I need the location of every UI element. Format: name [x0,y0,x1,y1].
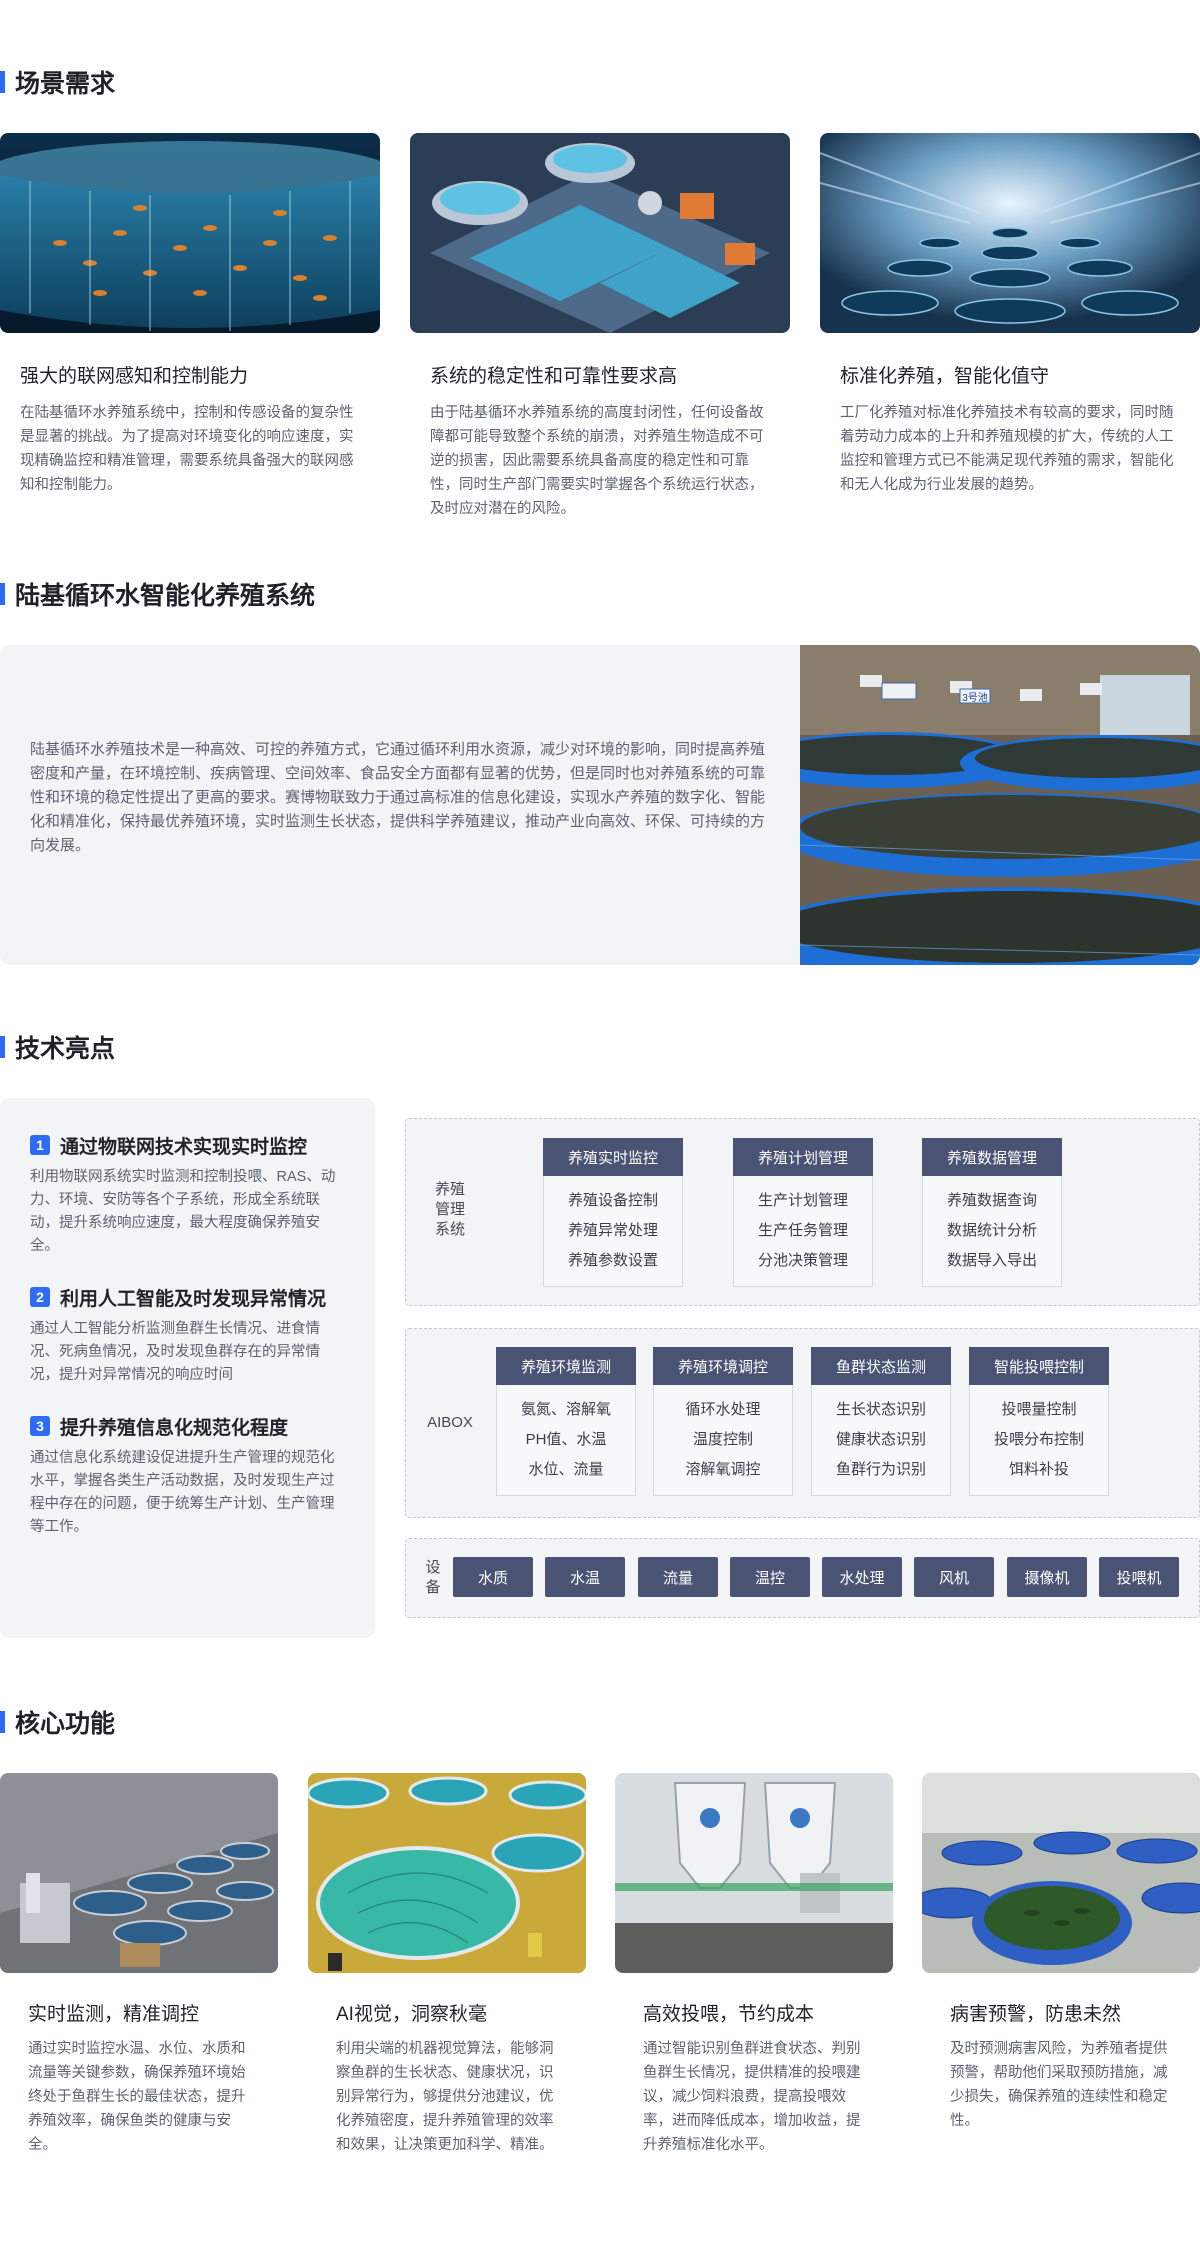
core-card-3: 高效投喂，节约成本 通过智能识别鱼群进食状态、判别鱼群生长情况，提供精准的投喂建… [615,1773,893,2157]
module-item: 温度控制 [692,1431,753,1448]
module-item: 溶解氧调控 [685,1461,761,1478]
module-env-control: 养殖环境调控 循环水处理 温度控制 溶解氧调控 [653,1347,793,1496]
module-item: 养殖异常处理 [567,1222,658,1239]
module-realtime-monitor: 养殖实时监控 养殖设备控制 养殖异常处理 养殖参数设置 [543,1138,683,1287]
core-card-2: AI视觉，洞察秋毫 利用尖端的机器视觉算法，能够洞察鱼群的生长状态、健康状况，识… [308,1773,586,2157]
device-water-temp: 水温 [545,1557,625,1597]
scene-card-title: 强大的联网感知和控制能力 [20,366,249,387]
module-title: 养殖实时监控 [543,1138,683,1176]
scene-card-title: 标准化养殖，智能化值守 [840,366,1050,387]
device-water-treatment: 水处理 [822,1557,902,1597]
section-title-tech: 技术亮点 [0,1027,115,1067]
module-item: 数据统计分析 [946,1222,1037,1239]
section-title-system: 陆基循环水智能化养殖系统 [0,574,315,614]
core-card-title: 病害预警，防患未然 [950,2004,1122,2025]
section-title-core: 核心功能 [0,1702,115,1742]
core-card-text: 利用尖端的机器视觉算法，能够洞察鱼群的生长状态、健康状况，识别异常行为，够提供分… [336,2041,554,2153]
system-intro-text: 陆基循环水养殖技术是一种高效、可控的养殖方式，它通过循环利用水资源，减少对环境的… [30,741,766,854]
aquaculture-facility-image [410,133,790,333]
scene-card-2: 系统的稳定性和可靠性要求高 由于陆基循环水养殖系统的高度封闭性，任何设备故障都可… [410,133,790,521]
ai-vision-image [308,1773,586,1973]
scene-card-title: 系统的稳定性和可靠性要求高 [430,366,678,387]
module-item: 生产计划管理 [757,1192,848,1209]
module-title: 养殖环境监测 [496,1347,636,1385]
core-card-text: 通过智能识别鱼群进食状态、判别鱼群生长情况，提供精准的投喂建议，减少饲料浪费，提… [643,2041,861,2153]
tank-number-sign: 3号池 [962,691,988,704]
module-item: 循环水处理 [685,1401,761,1418]
module-item: 养殖设备控制 [567,1192,658,1209]
module-item: 养殖参数设置 [567,1252,658,1269]
scene-card-text: 在陆基循环水养殖系统中，控制和传感设备的复杂性是显著的挑战。为了提高对环境变化的… [20,405,354,493]
disease-warning-image [922,1773,1200,1973]
arch-aibox-label: AIBOX [427,1414,473,1431]
arch-mgmt-label: 养殖 管理 系统 [434,1181,465,1238]
core-card-title: AI视觉，洞察秋毫 [336,2004,487,2025]
core-card-title: 高效投喂，节约成本 [643,2004,815,2025]
module-item: 数据导入导出 [946,1252,1037,1269]
module-item: 投喂量控制 [1001,1401,1077,1418]
module-item: PH值、水温 [525,1431,607,1448]
highlight-text: 通过信息化系统建设促进提升生产管理的规范化水平，掌握各类生产活动数据，及时发现生… [30,1450,335,1535]
core-card-text: 通过实时监控水温、水位、水质和流量等关键参数，确保养殖环境始终处于鱼群生长的最佳… [28,2041,246,2153]
module-title: 养殖计划管理 [733,1138,873,1176]
fish-tank-image [0,133,380,333]
module-item: 生产任务管理 [757,1222,848,1239]
module-item: 鱼群行为识别 [835,1461,926,1478]
indoor-farm-image [820,133,1200,333]
module-item: 生长状态识别 [835,1401,926,1418]
device-flow: 流量 [638,1557,718,1597]
device-fan: 风机 [914,1557,994,1597]
highlight-number: 3 [30,1416,50,1436]
module-title: 鱼群状态监测 [811,1347,951,1385]
monitoring-equipment-image [0,1773,278,1973]
module-item: 饵料补投 [1008,1461,1069,1478]
section-title-scene: 场景需求 [0,62,115,102]
arch-device-label: 设 备 [425,1559,441,1596]
highlight-item-3: 3 提升养殖信息化规范化程度 通过信息化系统建设促进提升生产管理的规范化水平，掌握… [30,1413,347,1539]
highlight-number: 1 [30,1135,50,1155]
core-card-title: 实时监测，精准调控 [28,2004,200,2025]
device-temp-control: 温控 [730,1557,810,1597]
module-title: 养殖数据管理 [922,1138,1062,1176]
core-card-1: 实时监测，精准调控 通过实时监控水温、水位、水质和流量等关键参数，确保养殖环境始… [0,1773,278,2157]
core-card-text: 及时预测病害风险，为养殖者提供预警，帮助他们采取预防措施，减少损失，确保养殖的连… [950,2041,1168,2129]
module-item: 分池决策管理 [757,1252,848,1269]
module-item: 养殖数据查询 [946,1192,1037,1209]
feeding-machine-image [615,1773,893,1973]
module-title: 智能投喂控制 [969,1347,1109,1385]
module-item: 水位、流量 [528,1461,604,1478]
ras-tanks-photo: 3号池 [800,645,1200,965]
scene-card-3: 标准化养殖，智能化值守 工厂化养殖对标准化养殖技术有较高的要求，同时随着劳动力成… [820,133,1200,497]
highlight-text: 通过人工智能分析监测鱼群生长情况、进食情况、死病鱼情况，及时发现鱼群存在的异常情… [30,1321,320,1383]
highlight-item-1: 1 通过物联网技术实现实时监控 利用物联网系统实时监测和控制投喂、RAS、动力、环… [30,1132,347,1258]
core-card-4: 病害预警，防患未然 及时预测病害风险，为养殖者提供预警，帮助他们采取预防措施，减… [922,1773,1200,2133]
device-camera: 摄像机 [1007,1557,1087,1597]
module-fish-status: 鱼群状态监测 生长状态识别 健康状态识别 鱼群行为识别 [811,1347,951,1496]
highlight-title: 利用人工智能及时发现异常情况 [60,1288,327,1310]
scene-card-text: 由于陆基循环水养殖系统的高度封闭性，任何设备故障都可能导致整个系统的崩溃，对养殖… [430,405,764,517]
highlight-number: 2 [30,1287,50,1307]
module-plan-management: 养殖计划管理 生产计划管理 生产任务管理 分池决策管理 [733,1138,873,1287]
module-env-monitor: 养殖环境监测 氨氮、溶解氧 PH值、水温 水位、流量 [496,1347,636,1496]
module-item: 氨氮、溶解氧 [520,1401,611,1418]
highlight-title: 通过物联网技术实现实时监控 [60,1136,308,1158]
module-data-management: 养殖数据管理 养殖数据查询 数据统计分析 数据导入导出 [922,1138,1062,1287]
highlight-text: 利用物联网系统实时监测和控制投喂、RAS、动力、环境、安防等各个子系统，形成全系… [30,1169,336,1254]
module-feeding-control: 智能投喂控制 投喂量控制 投喂分布控制 饵料补投 [969,1347,1109,1496]
highlight-item-2: 2 利用人工智能及时发现异常情况 通过人工智能分析监测鱼群生长情况、进食情况、死病… [30,1284,347,1387]
scene-card-text: 工厂化养殖对标准化养殖技术有较高的要求，同时随着劳动力成本的上升和养殖规模的扩大… [840,405,1174,493]
highlight-title: 提升养殖信息化规范化程度 [60,1417,289,1439]
device-feeder: 投喂机 [1099,1557,1179,1597]
module-title: 养殖环境调控 [653,1347,793,1385]
module-item: 健康状态识别 [835,1431,926,1448]
module-item: 投喂分布控制 [993,1431,1084,1448]
highlights-panel: 1 通过物联网技术实现实时监控 利用物联网系统实时监测和控制投喂、RAS、动力、环… [0,1098,375,1638]
scene-card-1: 强大的联网感知和控制能力 在陆基循环水养殖系统中，控制和传感设备的复杂性是显著的… [0,133,380,497]
device-water-quality: 水质 [453,1557,533,1597]
